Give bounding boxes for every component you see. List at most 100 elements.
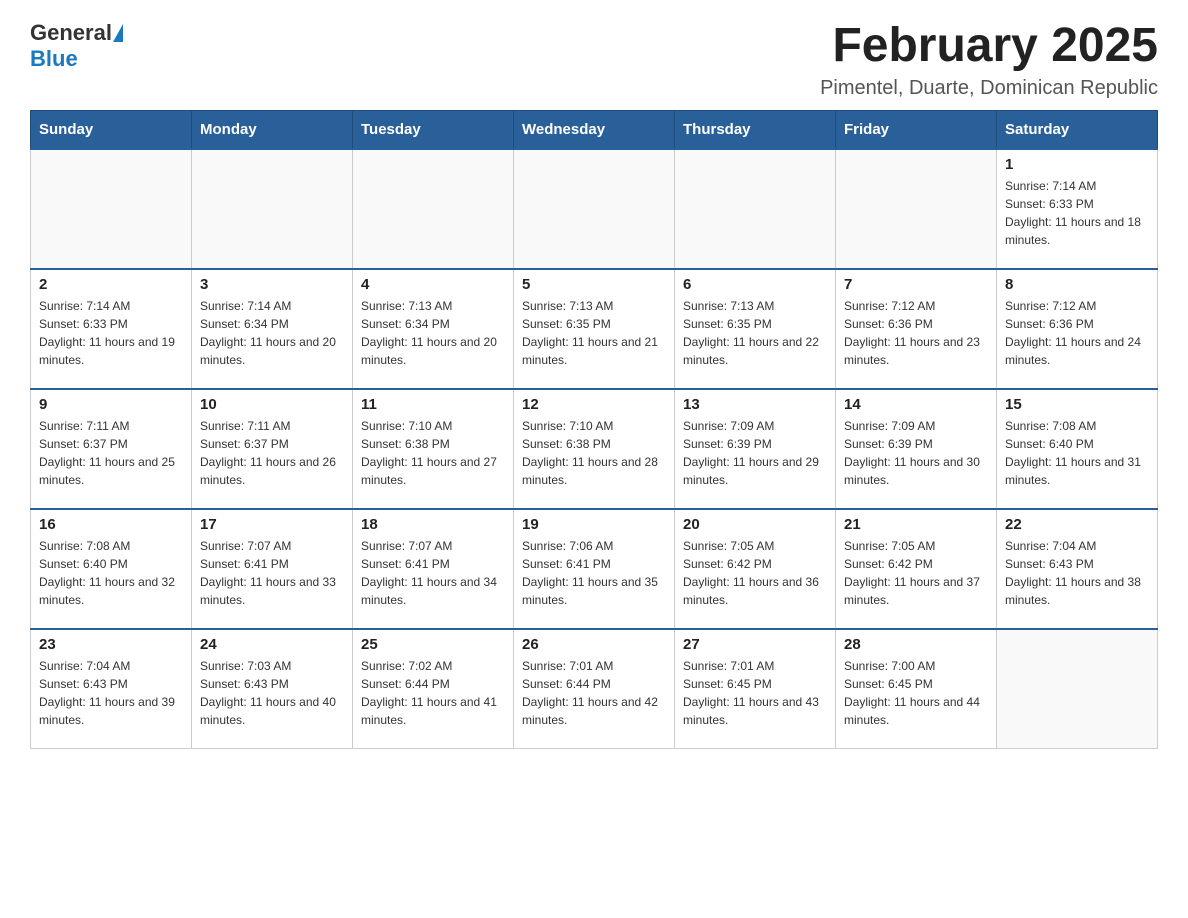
title-area: February 2025 Pimentel, Duarte, Dominica…: [820, 20, 1158, 100]
calendar-week-row: 16 Sunrise: 7:08 AMSunset: 6:40 PMDayligh…: [31, 509, 1158, 629]
col-friday: Friday: [836, 110, 997, 149]
table-row: [192, 149, 353, 269]
day-number: 10: [200, 396, 344, 413]
calendar-table: Sunday Monday Tuesday Wednesday Thursday…: [30, 110, 1158, 750]
day-info: Sunrise: 7:05 AMSunset: 6:42 PMDaylight:…: [683, 537, 827, 609]
day-info: Sunrise: 7:13 AMSunset: 6:35 PMDaylight:…: [522, 297, 666, 369]
table-row: 15 Sunrise: 7:08 AMSunset: 6:40 PMDayligh…: [997, 389, 1158, 509]
day-info: Sunrise: 7:12 AMSunset: 6:36 PMDaylight:…: [1005, 297, 1149, 369]
day-info: Sunrise: 7:07 AMSunset: 6:41 PMDaylight:…: [200, 537, 344, 609]
day-info: Sunrise: 7:08 AMSunset: 6:40 PMDaylight:…: [1005, 417, 1149, 489]
day-info: Sunrise: 7:14 AMSunset: 6:33 PMDaylight:…: [1005, 177, 1149, 249]
table-row: [997, 629, 1158, 749]
table-row: [31, 149, 192, 269]
page-header: General Blue February 2025 Pimentel, Dua…: [30, 20, 1158, 100]
col-saturday: Saturday: [997, 110, 1158, 149]
day-number: 8: [1005, 276, 1149, 293]
calendar-header-row: Sunday Monday Tuesday Wednesday Thursday…: [31, 110, 1158, 149]
table-row: 19 Sunrise: 7:06 AMSunset: 6:41 PMDayligh…: [514, 509, 675, 629]
logo-general-text: General: [30, 20, 112, 46]
calendar-week-row: 23 Sunrise: 7:04 AMSunset: 6:43 PMDayligh…: [31, 629, 1158, 749]
table-row: 17 Sunrise: 7:07 AMSunset: 6:41 PMDayligh…: [192, 509, 353, 629]
day-number: 7: [844, 276, 988, 293]
day-number: 26: [522, 636, 666, 653]
day-info: Sunrise: 7:01 AMSunset: 6:45 PMDaylight:…: [683, 657, 827, 729]
table-row: 6 Sunrise: 7:13 AMSunset: 6:35 PMDaylight…: [675, 269, 836, 389]
table-row: 8 Sunrise: 7:12 AMSunset: 6:36 PMDaylight…: [997, 269, 1158, 389]
day-info: Sunrise: 7:11 AMSunset: 6:37 PMDaylight:…: [200, 417, 344, 489]
day-number: 18: [361, 516, 505, 533]
day-info: Sunrise: 7:14 AMSunset: 6:34 PMDaylight:…: [200, 297, 344, 369]
logo-blue-text: Blue: [30, 46, 78, 71]
table-row: 12 Sunrise: 7:10 AMSunset: 6:38 PMDayligh…: [514, 389, 675, 509]
day-info: Sunrise: 7:10 AMSunset: 6:38 PMDaylight:…: [361, 417, 505, 489]
table-row: 18 Sunrise: 7:07 AMSunset: 6:41 PMDayligh…: [353, 509, 514, 629]
day-info: Sunrise: 7:04 AMSunset: 6:43 PMDaylight:…: [1005, 537, 1149, 609]
day-number: 13: [683, 396, 827, 413]
day-number: 9: [39, 396, 183, 413]
table-row: 14Sunrise: 7:09 AMSunset: 6:39 PMDayligh…: [836, 389, 997, 509]
day-number: 14: [844, 396, 988, 413]
col-tuesday: Tuesday: [353, 110, 514, 149]
calendar-week-row: 9 Sunrise: 7:11 AMSunset: 6:37 PMDaylight…: [31, 389, 1158, 509]
day-number: 23: [39, 636, 183, 653]
calendar-week-row: 1 Sunrise: 7:14 AMSunset: 6:33 PMDaylight…: [31, 149, 1158, 269]
day-info: Sunrise: 7:00 AMSunset: 6:45 PMDaylight:…: [844, 657, 988, 729]
logo-triangle-icon: [113, 24, 123, 42]
table-row: 5 Sunrise: 7:13 AMSunset: 6:35 PMDaylight…: [514, 269, 675, 389]
day-number: 27: [683, 636, 827, 653]
table-row: 11 Sunrise: 7:10 AMSunset: 6:38 PMDayligh…: [353, 389, 514, 509]
table-row: 9Sunrise: 7:11 AMSunset: 6:37 PMDaylight…: [31, 389, 192, 509]
day-number: 2: [39, 276, 183, 293]
day-info: Sunrise: 7:03 AMSunset: 6:43 PMDaylight:…: [200, 657, 344, 729]
day-number: 16: [39, 516, 183, 533]
table-row: [675, 149, 836, 269]
table-row: 24Sunrise: 7:03 AMSunset: 6:43 PMDayligh…: [192, 629, 353, 749]
table-row: 13 Sunrise: 7:09 AMSunset: 6:39 PMDayligh…: [675, 389, 836, 509]
day-number: 20: [683, 516, 827, 533]
table-row: [836, 149, 997, 269]
col-thursday: Thursday: [675, 110, 836, 149]
day-info: Sunrise: 7:08 AMSunset: 6:40 PMDaylight:…: [39, 537, 183, 609]
table-row: 28Sunrise: 7:00 AMSunset: 6:45 PMDayligh…: [836, 629, 997, 749]
col-sunday: Sunday: [31, 110, 192, 149]
table-row: 2 Sunrise: 7:14 AMSunset: 6:33 PMDaylight…: [31, 269, 192, 389]
day-info: Sunrise: 7:10 AMSunset: 6:38 PMDaylight:…: [522, 417, 666, 489]
day-number: 1: [1005, 156, 1149, 173]
logo: General Blue: [30, 20, 124, 72]
day-number: 22: [1005, 516, 1149, 533]
day-number: 5: [522, 276, 666, 293]
day-info: Sunrise: 7:09 AMSunset: 6:39 PMDaylight:…: [683, 417, 827, 489]
day-info: Sunrise: 7:01 AMSunset: 6:44 PMDaylight:…: [522, 657, 666, 729]
location-subtitle: Pimentel, Duarte, Dominican Republic: [820, 77, 1158, 100]
day-number: 6: [683, 276, 827, 293]
day-info: Sunrise: 7:14 AMSunset: 6:33 PMDaylight:…: [39, 297, 183, 369]
day-number: 4: [361, 276, 505, 293]
day-info: Sunrise: 7:05 AMSunset: 6:42 PMDaylight:…: [844, 537, 988, 609]
day-info: Sunrise: 7:04 AMSunset: 6:43 PMDaylight:…: [39, 657, 183, 729]
table-row: 25Sunrise: 7:02 AMSunset: 6:44 PMDayligh…: [353, 629, 514, 749]
table-row: 27 Sunrise: 7:01 AMSunset: 6:45 PMDayligh…: [675, 629, 836, 749]
table-row: 22 Sunrise: 7:04 AMSunset: 6:43 PMDayligh…: [997, 509, 1158, 629]
table-row: 4Sunrise: 7:13 AMSunset: 6:34 PMDaylight…: [353, 269, 514, 389]
day-info: Sunrise: 7:02 AMSunset: 6:44 PMDaylight:…: [361, 657, 505, 729]
day-number: 3: [200, 276, 344, 293]
calendar-week-row: 2 Sunrise: 7:14 AMSunset: 6:33 PMDaylight…: [31, 269, 1158, 389]
day-info: Sunrise: 7:12 AMSunset: 6:36 PMDaylight:…: [844, 297, 988, 369]
day-info: Sunrise: 7:07 AMSunset: 6:41 PMDaylight:…: [361, 537, 505, 609]
day-info: Sunrise: 7:13 AMSunset: 6:35 PMDaylight:…: [683, 297, 827, 369]
day-number: 11: [361, 396, 505, 413]
day-number: 17: [200, 516, 344, 533]
day-info: Sunrise: 7:06 AMSunset: 6:41 PMDaylight:…: [522, 537, 666, 609]
day-number: 15: [1005, 396, 1149, 413]
table-row: [514, 149, 675, 269]
month-title: February 2025: [820, 20, 1158, 73]
day-number: 12: [522, 396, 666, 413]
table-row: 3 Sunrise: 7:14 AMSunset: 6:34 PMDaylight…: [192, 269, 353, 389]
table-row: 10 Sunrise: 7:11 AMSunset: 6:37 PMDayligh…: [192, 389, 353, 509]
day-number: 19: [522, 516, 666, 533]
day-number: 21: [844, 516, 988, 533]
table-row: 20 Sunrise: 7:05 AMSunset: 6:42 PMDayligh…: [675, 509, 836, 629]
table-row: [353, 149, 514, 269]
table-row: 7 Sunrise: 7:12 AMSunset: 6:36 PMDaylight…: [836, 269, 997, 389]
